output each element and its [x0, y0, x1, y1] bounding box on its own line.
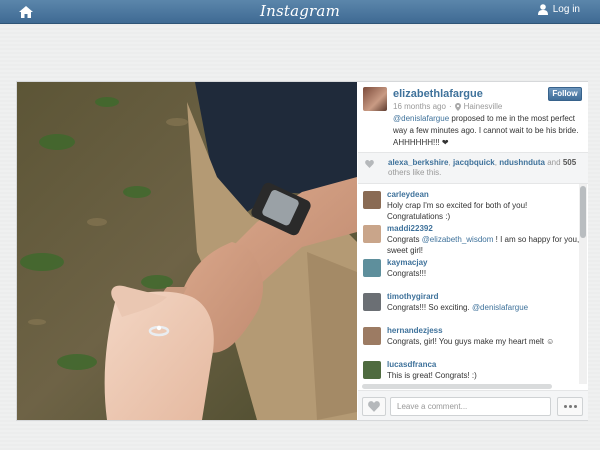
heart-icon: [365, 160, 374, 168]
more-icon: [563, 405, 567, 408]
proposal-photo-illustration: [17, 82, 357, 420]
commenter-avatar[interactable]: [363, 327, 381, 345]
likes-suffix: others like this.: [388, 168, 442, 177]
owner-avatar[interactable]: [363, 87, 387, 111]
liker-1[interactable]: alexa_berkshire: [388, 158, 449, 167]
like-button[interactable]: [362, 397, 386, 416]
comment-username[interactable]: kaymacjay: [387, 257, 580, 268]
post-header: elizabethlafargue Follow 16 months ago ·…: [358, 82, 588, 152]
more-icon-dot: [568, 405, 572, 408]
comment-text-pre: Congrats: [387, 235, 422, 244]
login-link[interactable]: Log in: [537, 4, 580, 15]
list-item: maddi22392 Congrats @elizabeth_wisdom ! …: [363, 223, 580, 257]
comment-text-pre: Congrats!!! So exciting.: [387, 303, 472, 312]
comment-username[interactable]: timothygirard: [387, 291, 580, 302]
comment-text: This is great! Congrats! :): [387, 371, 477, 380]
comment-username[interactable]: hernandezjess: [387, 325, 580, 336]
likes-summary: alexa_berkshire, jacqbquick, ndushnduta …: [358, 152, 588, 184]
post-sidebar: elizabethlafargue Follow 16 months ago ·…: [358, 82, 588, 420]
liker-2[interactable]: jacqbquick: [453, 158, 495, 167]
comment-input[interactable]: [390, 397, 551, 416]
comment-text: Congrats!!!: [387, 269, 427, 278]
caption-mention[interactable]: @denislafargue: [393, 114, 449, 123]
comment-username[interactable]: maddi22392: [387, 223, 580, 234]
heart-icon: [368, 401, 380, 412]
comment-bar: [358, 390, 588, 420]
list-item: carleydean Holy crap I'm so excited for …: [363, 189, 580, 223]
list-item: lucasdfranca This is great! Congrats! :): [363, 359, 580, 380]
comment-mention[interactable]: @elizabeth_wisdom: [422, 235, 494, 244]
post-photo[interactable]: [17, 82, 357, 420]
comment-text: Holy crap I'm so excited for both of you…: [387, 201, 528, 221]
comments-list[interactable]: carleydean Holy crap I'm so excited for …: [358, 184, 580, 380]
comment-text: Congrats, girl! You guys make my heart m…: [387, 337, 555, 346]
commenter-avatar[interactable]: [363, 361, 381, 379]
list-item: timothygirard Congrats!!! So exciting. @…: [363, 291, 580, 325]
commenter-avatar[interactable]: [363, 293, 381, 311]
meta-separator: ·: [448, 102, 452, 111]
top-nav-bar: Instagram Log in: [0, 0, 600, 24]
comment-text: Congrats @elizabeth_wisdom ! I am so hap…: [387, 234, 580, 256]
post-location[interactable]: Hainesville: [464, 102, 503, 111]
instagram-logo[interactable]: Instagram: [0, 2, 600, 20]
login-label: Log in: [552, 4, 580, 15]
list-item: hernandezjess Congrats, girl! You guys m…: [363, 325, 580, 359]
post-meta: 16 months ago · Hainesville: [393, 102, 502, 111]
comment-username[interactable]: lucasdfranca: [387, 359, 580, 370]
post-caption: @denislafargue proposed to me in the mos…: [393, 113, 583, 149]
comments-scrollbar[interactable]: [579, 184, 587, 384]
more-options-button[interactable]: [557, 397, 583, 416]
horizontal-scrollbar[interactable]: [362, 384, 552, 389]
more-icon-dot: [573, 405, 577, 408]
follow-button[interactable]: Follow: [548, 87, 582, 101]
post-time: 16 months ago: [393, 102, 446, 111]
comment-mention[interactable]: @denislafargue: [472, 303, 528, 312]
list-item: kaymacjay Congrats!!!: [363, 257, 580, 291]
commenter-avatar[interactable]: [363, 225, 381, 243]
owner-username[interactable]: elizabethlafargue: [393, 88, 483, 100]
post-card: elizabethlafargue Follow 16 months ago ·…: [16, 81, 588, 421]
commenter-avatar[interactable]: [363, 259, 381, 277]
liker-3[interactable]: ndushnduta: [499, 158, 545, 167]
commenter-avatar[interactable]: [363, 191, 381, 209]
comment-username[interactable]: carleydean: [387, 189, 580, 200]
likes-and: and: [547, 158, 561, 167]
user-icon: [537, 4, 548, 15]
comment-text: Congrats!!! So exciting. @denislafargue: [387, 302, 580, 313]
scrollbar-thumb[interactable]: [580, 186, 586, 238]
likes-count[interactable]: 505: [563, 158, 576, 167]
location-pin-icon: [454, 102, 461, 111]
